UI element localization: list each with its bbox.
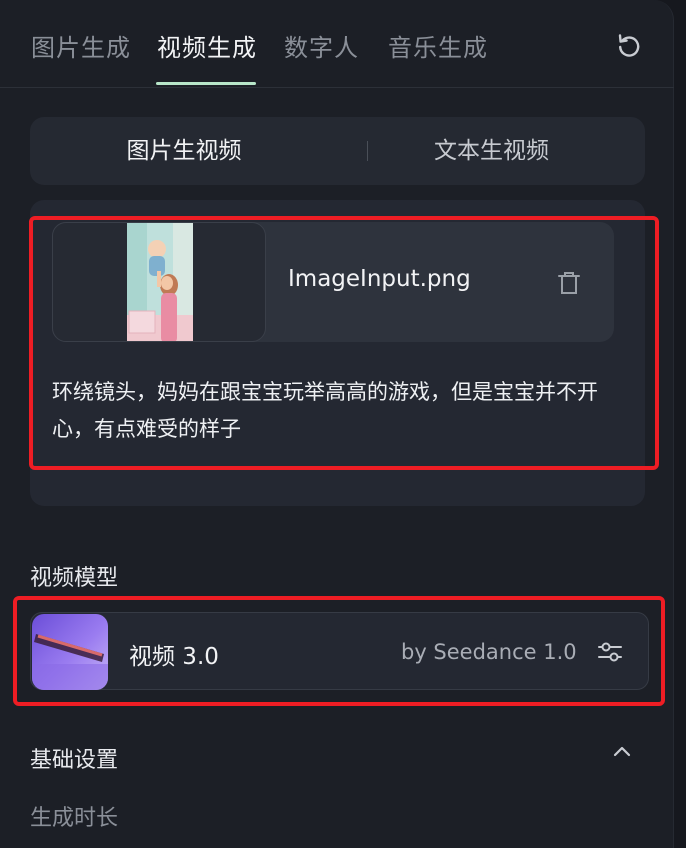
text-to-video-option[interactable]: 文本生视频 — [338, 117, 645, 185]
uploaded-file-row: ImageInput.png — [52, 222, 614, 342]
duration-label: 生成时长 — [30, 806, 119, 831]
image-to-video-option[interactable]: 图片生视频 — [30, 117, 338, 185]
sliders-icon[interactable] — [596, 638, 624, 666]
basic-settings-title: 基础设置 — [30, 748, 119, 773]
tab-video-generation[interactable]: 视频生成 — [157, 28, 257, 63]
chevron-up-icon[interactable] — [610, 742, 634, 760]
trash-icon[interactable] — [557, 270, 581, 296]
file-name: ImageInput.png — [288, 266, 471, 292]
video-generation-panel: 图片生成 视频生成 数字人 音乐生成 图片生视频 文本生视频 ImageInpu… — [0, 0, 674, 848]
tab-image-generation[interactable]: 图片生成 — [31, 28, 131, 63]
model-selector[interactable]: 视频 3.0 by Seedance 1.0 — [30, 612, 649, 690]
prompt-text[interactable]: 环绕镜头，妈妈在跟宝宝玩举高高的游戏，但是宝宝并不开心，有点难受的样子 — [52, 374, 622, 448]
tab-digital-human[interactable]: 数字人 — [284, 28, 359, 63]
input-card: ImageInput.png 环绕镜头，妈妈在跟宝宝玩举高高的游戏，但是宝宝并不… — [30, 200, 645, 506]
uploaded-image-thumbnail — [127, 223, 193, 341]
active-tab-indicator — [156, 82, 256, 85]
video-model-title: 视频模型 — [30, 566, 119, 591]
top-tabs: 图片生成 视频生成 数字人 音乐生成 — [0, 0, 674, 88]
tab-music-generation[interactable]: 音乐生成 — [388, 28, 488, 63]
model-provider: by Seedance 1.0 — [401, 640, 577, 664]
mode-switch: 图片生视频 文本生视频 — [30, 117, 645, 185]
model-thumbnail — [32, 614, 108, 690]
image-preview-box[interactable] — [52, 222, 266, 342]
model-name: 视频 3.0 — [129, 644, 219, 670]
refresh-icon[interactable] — [615, 31, 643, 59]
